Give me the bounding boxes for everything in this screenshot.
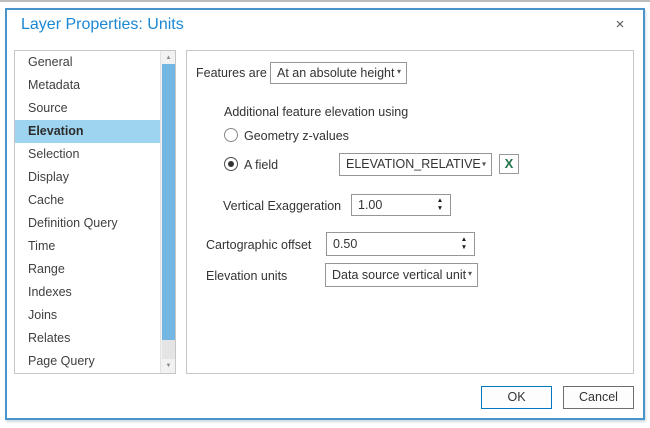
vertical-exaggeration-label: Vertical Exaggeration <box>223 199 341 213</box>
sidebar-item-elevation[interactable]: Elevation <box>15 120 160 143</box>
sidebar-item-cache[interactable]: Cache <box>15 189 160 212</box>
sidebar-scrollbar[interactable]: ▲ ▼ <box>160 51 175 373</box>
sidebar-item-time[interactable]: Time <box>15 235 160 258</box>
sidebar-item-indexes[interactable]: Indexes <box>15 281 160 304</box>
sidebar-item-definition-query[interactable]: Definition Query <box>15 212 160 235</box>
elevation-field-dropdown[interactable]: ELEVATION_RELATIVE ▾ <box>339 153 492 176</box>
sidebar-item-relates[interactable]: Relates <box>15 327 160 350</box>
sidebar-item-metadata[interactable]: Metadata <box>15 74 160 97</box>
geometry-z-values-radio[interactable] <box>224 128 238 142</box>
features-are-dropdown[interactable]: At an absolute height ▾ <box>270 62 407 84</box>
geometry-z-values-label[interactable]: Geometry z-values <box>244 129 349 143</box>
elevation-units-value: Data source vertical unit <box>332 264 466 286</box>
cancel-button[interactable]: Cancel <box>563 386 634 409</box>
scrollbar-thumb[interactable] <box>162 64 175 340</box>
sidebar-item-selection[interactable]: Selection <box>15 143 160 166</box>
elevation-field-value: ELEVATION_RELATIVE <box>346 154 481 175</box>
sidebar-item-display[interactable]: Display <box>15 166 160 189</box>
cartographic-offset-value: 0.50 <box>333 237 357 251</box>
sidebar-item-joins[interactable]: Joins <box>15 304 160 327</box>
sidebar-item-page-query[interactable]: Page Query <box>15 350 160 373</box>
sidebar-item-source[interactable]: Source <box>15 97 160 120</box>
spinner-up-icon[interactable]: ▲ <box>434 197 446 205</box>
additional-elevation-label: Additional feature elevation using <box>224 105 408 119</box>
a-field-label[interactable]: A field <box>244 158 278 172</box>
elevation-units-label: Elevation units <box>206 269 287 283</box>
spinner-up-icon[interactable]: ▲ <box>458 236 470 244</box>
cartographic-offset-input[interactable]: 0.50 ▲ ▼ <box>326 232 475 256</box>
scrollbar-track[interactable] <box>162 340 175 359</box>
dialog-title: Layer Properties: Units <box>21 16 184 34</box>
page-background: Layer Properties: Units × General Metada… <box>0 0 650 428</box>
scrollbar-up-icon[interactable]: ▲ <box>161 51 176 65</box>
vertical-exaggeration-value: 1.00 <box>358 198 382 212</box>
close-icon: × <box>616 16 625 33</box>
cartographic-offset-label: Cartographic offset <box>206 238 311 252</box>
spinner-down-icon[interactable]: ▼ <box>434 205 446 213</box>
layer-properties-dialog: Layer Properties: Units × General Metada… <box>5 8 645 420</box>
chevron-down-icon: ▾ <box>482 153 486 174</box>
sidebar-item-general[interactable]: General <box>15 51 160 74</box>
sidebar-item-range[interactable]: Range <box>15 258 160 281</box>
elevation-settings-panel: Features are At an absolute height ▾ Add… <box>186 50 634 374</box>
elevation-units-dropdown[interactable]: Data source vertical unit ▾ <box>325 263 478 287</box>
expression-x-icon: X <box>505 156 514 171</box>
close-button[interactable]: × <box>611 16 629 34</box>
set-expression-button[interactable]: X <box>499 154 519 174</box>
ok-button[interactable]: OK <box>481 386 552 409</box>
features-are-label: Features are <box>196 66 267 80</box>
window-top-edge <box>0 0 650 2</box>
features-are-value: At an absolute height <box>277 63 394 83</box>
spinner-down-icon[interactable]: ▼ <box>458 244 470 252</box>
a-field-radio[interactable] <box>224 157 238 171</box>
vertical-exaggeration-input[interactable]: 1.00 ▲ ▼ <box>351 194 451 216</box>
scrollbar-down-icon[interactable]: ▼ <box>161 359 176 373</box>
properties-category-list: General Metadata Source Elevation Select… <box>14 50 176 374</box>
chevron-down-icon: ▾ <box>468 263 472 285</box>
chevron-down-icon: ▾ <box>397 62 401 82</box>
